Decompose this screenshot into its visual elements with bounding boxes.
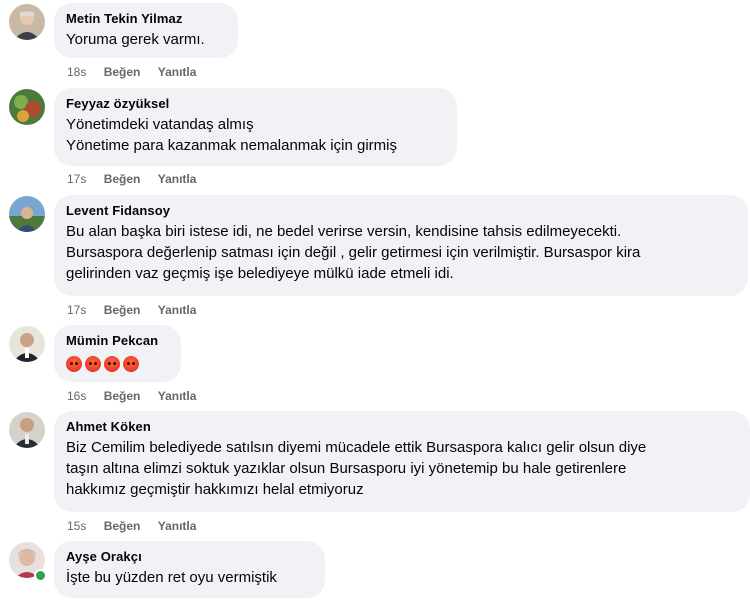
reply-button[interactable]: Yanıtla (158, 172, 197, 186)
angry-face-icon (104, 356, 120, 373)
comment-text-line: gelirinden vaz geçmiş işe belediyeye mül… (66, 265, 454, 282)
comment-author[interactable]: Levent Fidansoy (66, 203, 736, 219)
comment-actions: 16s Beğen Yanıtla (67, 388, 210, 404)
comment-actions: 18s Beğen Yanıtla (67, 64, 210, 80)
reply-button[interactable]: Yanıtla (158, 389, 197, 403)
comment-text-line: taşın altına elimzi soktuk yazıklar olsu… (66, 460, 627, 477)
comment-text: Yoruma gerek varmı. (66, 29, 226, 50)
reply-button[interactable]: Yanıtla (158, 519, 197, 533)
like-button[interactable]: Beğen (104, 303, 141, 317)
like-button[interactable]: Beğen (104, 389, 141, 403)
comment-author[interactable]: Metin Tekin Yilmaz (66, 11, 226, 27)
comment-time[interactable]: 17s (67, 172, 86, 186)
avatar[interactable] (9, 196, 45, 232)
comment-author[interactable]: Mümin Pekcan (66, 333, 169, 349)
comment-author[interactable]: Feyyaz özyüksel (66, 96, 445, 112)
reply-button[interactable]: Yanıtla (158, 65, 197, 79)
comment-bubble: Mümin Pekcan (54, 325, 181, 382)
comment-bubble: Metin Tekin Yilmaz Yoruma gerek varmı. (54, 3, 238, 58)
avatar[interactable] (9, 89, 45, 125)
comment-author[interactable]: Ayşe Orakçı (66, 549, 313, 565)
comment-actions: 15s Beğen Yanıtla (67, 518, 210, 534)
comment-text-line: Biz Cemilim belediyede satılsın diyemi m… (66, 439, 647, 456)
comment-text-line: Yönetimdeki vatandaş almış (66, 116, 254, 133)
avatar[interactable] (9, 412, 45, 448)
online-status-indicator (34, 569, 47, 582)
angry-face-icon (123, 356, 139, 373)
comment-text-line: Bursaspora değerlenip satması için değil… (66, 244, 641, 261)
comment-text-line: Yoruma gerek varmı. (66, 31, 205, 48)
comment-emoji-row (66, 351, 169, 374)
like-button[interactable]: Beğen (104, 519, 141, 533)
avatar[interactable] (9, 326, 45, 362)
angry-face-icon (66, 356, 82, 373)
comment-author[interactable]: Ahmet Köken (66, 419, 738, 435)
comment-text-line: Yönetime para kazanmak nemalanmak için g… (66, 137, 397, 154)
comment-text: Bu alan başka biri istese idi, ne bedel … (66, 221, 736, 284)
like-button[interactable]: Beğen (104, 65, 141, 79)
reply-button[interactable]: Yanıtla (158, 303, 197, 317)
comment-text-line: Bu alan başka biri istese idi, ne bedel … (66, 223, 622, 240)
comment-text: Yönetimdeki vatandaş almış Yönetime para… (66, 114, 445, 156)
comment-actions: 17s Beğen Yanıtla (67, 171, 210, 187)
like-button[interactable]: Beğen (104, 172, 141, 186)
comment-time[interactable]: 17s (67, 303, 86, 317)
avatar[interactable] (9, 4, 45, 40)
comment-bubble: Levent Fidansoy Bu alan başka biri istes… (54, 195, 748, 296)
comment-text-line: hakkımız geçmiştir hakkımızı helal etmiy… (66, 481, 364, 498)
comment-actions: 17s Beğen Yanıtla (67, 302, 210, 318)
comment-text: İşte bu yüzden ret oyu vermiştik (66, 567, 313, 588)
comment-bubble: Ahmet Köken Biz Cemilim belediyede satıl… (54, 411, 750, 512)
comment-time[interactable]: 18s (67, 65, 86, 79)
angry-face-icon (85, 356, 101, 373)
comment-time[interactable]: 16s (67, 389, 86, 403)
comment-text: Biz Cemilim belediyede satılsın diyemi m… (66, 437, 738, 500)
comment-text-line: İşte bu yüzden ret oyu vermiştik (66, 569, 277, 586)
comment-bubble: Ayşe Orakçı İşte bu yüzden ret oyu vermi… (54, 541, 325, 598)
comment-bubble: Feyyaz özyüksel Yönetimdeki vatandaş alm… (54, 88, 457, 166)
comment-time[interactable]: 15s (67, 519, 86, 533)
